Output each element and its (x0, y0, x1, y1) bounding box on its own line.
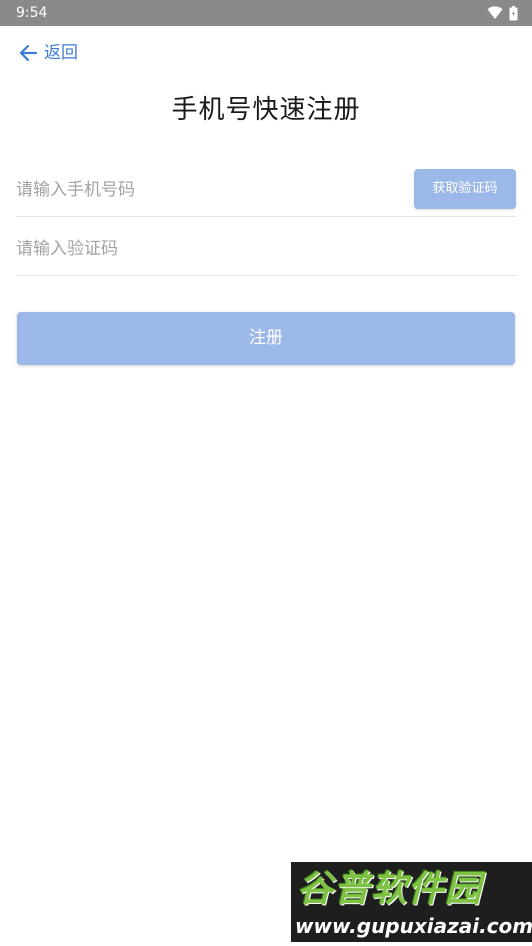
status-time: 9:54 (16, 5, 48, 21)
back-label: 返回 (44, 43, 78, 63)
get-code-button[interactable]: 获取验证码 (414, 169, 516, 209)
status-bar: 9:54 (0, 0, 532, 26)
battery-icon (509, 5, 518, 20)
phone-row: 获取验证码 (16, 163, 516, 217)
phone-input[interactable] (16, 177, 396, 203)
arrow-left-icon (19, 44, 38, 62)
watermark-url: www.gupuxiazai.com (295, 914, 532, 938)
watermark-logo: 谷普软件园 www.gupuxiazai.com (291, 862, 532, 942)
watermark-brand: 谷普软件园 (297, 869, 483, 910)
back-button[interactable]: 返回 (18, 41, 78, 65)
code-row (16, 222, 516, 276)
status-icons (487, 5, 518, 21)
register-button[interactable]: 注册 (17, 312, 515, 365)
page-title: 手机号快速注册 (171, 95, 361, 125)
verification-code-input[interactable] (16, 236, 506, 262)
register-screen: 9:54 返回 手机号快速注册 获取验证码 注册 谷普软件园 www.gupux… (0, 0, 532, 946)
wifi-icon (487, 6, 503, 19)
